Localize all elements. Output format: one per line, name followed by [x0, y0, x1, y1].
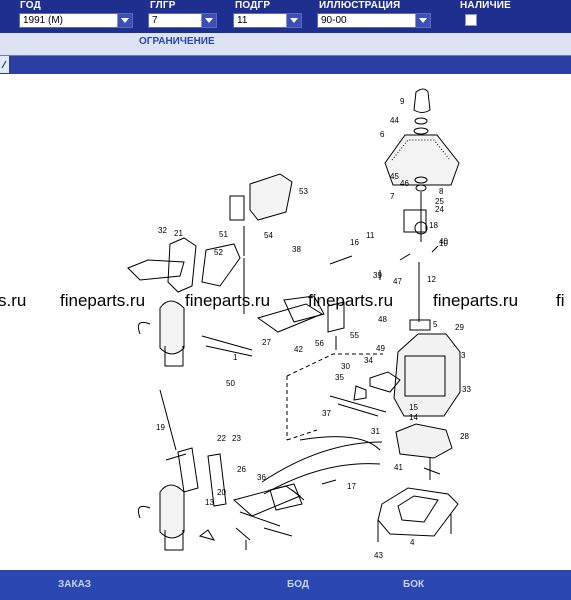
callout: 32	[158, 226, 167, 235]
callout: 55	[350, 331, 359, 340]
restriction-label: ОГРАНИЧЕНИЕ	[139, 36, 215, 47]
callout: 48	[378, 315, 387, 324]
callout: 8	[439, 187, 444, 196]
callout: 36	[257, 473, 266, 482]
chevron-down-icon[interactable]	[201, 14, 216, 27]
callout: 25	[435, 197, 444, 206]
year-select[interactable]: 1991 (M)	[19, 13, 133, 28]
watermark: fi	[556, 291, 565, 310]
group-value: 7	[152, 15, 158, 26]
callout: 28	[460, 432, 469, 441]
callout: 29	[455, 323, 464, 332]
callout: 3	[461, 351, 466, 360]
callout: 24	[435, 205, 444, 214]
watermark: fineparts.ru	[433, 291, 518, 310]
callout: 49	[376, 344, 385, 353]
callout: 31	[371, 427, 380, 436]
toolbar-band	[0, 55, 571, 74]
footer-bar: ЗАКАЗ БОД БОК	[0, 570, 571, 600]
chevron-down-icon[interactable]	[415, 14, 430, 27]
illustration-select[interactable]: 90-00	[317, 13, 431, 28]
year-label: ГОД	[20, 0, 41, 11]
callout: 51	[219, 230, 228, 239]
collapse-tab[interactable]	[0, 56, 9, 73]
callout: 27	[262, 338, 271, 347]
year-value: 1991 (M)	[23, 15, 64, 26]
callout: 35	[335, 373, 344, 382]
parts-diagram: s.ru fineparts.ru fineparts.ru fineparts…	[0, 88, 565, 560]
illustration-value: 90-00	[321, 15, 347, 26]
callout: 13	[205, 498, 214, 507]
callout: 52	[214, 248, 223, 257]
callout: 12	[427, 275, 436, 284]
availability-label: НАЛИЧИЕ	[460, 0, 512, 11]
callout: 22	[217, 434, 226, 443]
arrow-icon	[1, 60, 7, 69]
callout: 53	[299, 187, 308, 196]
callout: 1	[233, 353, 238, 362]
callout: 9	[400, 97, 405, 106]
callout: 34	[364, 356, 373, 365]
watermark: fineparts.ru	[60, 291, 145, 310]
subgroup-label: ПОДГР	[235, 0, 271, 11]
callout: 5	[433, 320, 438, 329]
callout: 42	[294, 345, 303, 354]
callout: 33	[462, 385, 471, 394]
callout: 20	[217, 488, 226, 497]
watermark: fineparts.ru	[185, 291, 270, 310]
callout: 47	[393, 277, 402, 286]
group-select[interactable]: 7	[148, 13, 217, 28]
callout: 39	[373, 271, 382, 280]
callout: 16	[350, 238, 359, 247]
callout: 23	[232, 434, 241, 443]
callout: 6	[380, 130, 385, 139]
callout: 54	[264, 231, 273, 240]
callout: 4	[410, 538, 415, 547]
illustration-label: ИЛЛЮСТРАЦИЯ	[319, 0, 401, 11]
subgroup-select[interactable]: 11	[233, 13, 302, 28]
callout: 21	[174, 229, 183, 238]
callout: 15	[409, 403, 418, 412]
watermark: fineparts.ru	[308, 291, 393, 310]
group-label: ГЛГР	[150, 0, 176, 11]
callout: 38	[292, 245, 301, 254]
callout: 19	[156, 423, 165, 432]
restriction-row: ОГРАНИЧЕНИЕ	[0, 33, 571, 55]
callout: 44	[390, 116, 399, 125]
callout: 41	[394, 463, 403, 472]
filter-bar: ГОД 1991 (M) ГЛГР 7 ПОДГР 11 ИЛЛЮСТРАЦИЯ…	[0, 0, 571, 33]
callout: 30	[341, 362, 350, 371]
callout: 45	[390, 172, 399, 181]
callout: 37	[322, 409, 331, 418]
left-side-button[interactable]: БОД	[287, 579, 309, 590]
callout: 26	[237, 465, 246, 474]
callout: 50	[226, 379, 235, 388]
callout: 17	[347, 482, 356, 491]
callout: 46	[400, 179, 409, 188]
callout: 14	[409, 413, 418, 422]
side-button[interactable]: БОК	[403, 579, 424, 590]
subgroup-value: 11	[237, 15, 248, 26]
order-button[interactable]: ЗАКАЗ	[58, 579, 91, 590]
callout: 7	[390, 192, 395, 201]
callout: 43	[374, 551, 383, 560]
chevron-down-icon[interactable]	[286, 14, 301, 27]
chevron-down-icon[interactable]	[117, 14, 132, 27]
callout: 56	[315, 339, 324, 348]
callout: 18	[429, 221, 438, 230]
callout: 11	[366, 231, 375, 240]
callout: 40	[439, 237, 448, 246]
watermark: s.ru	[0, 291, 26, 310]
availability-checkbox[interactable]	[465, 14, 477, 26]
